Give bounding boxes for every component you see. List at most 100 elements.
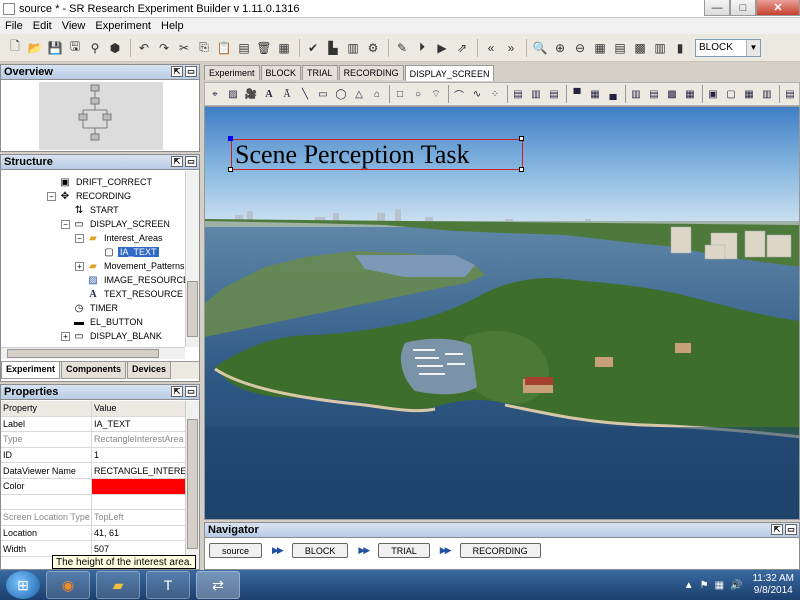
scrollbar-thumb[interactable] (187, 281, 198, 337)
tab-components[interactable]: Components (61, 362, 127, 379)
properties-icon[interactable]: ▦ (275, 39, 293, 57)
id-value-field[interactable]: 1 (92, 448, 185, 463)
text-tool-icon[interactable]: T (146, 571, 190, 599)
experiment-builder-icon[interactable]: ⇄ (196, 571, 240, 599)
minimize-button[interactable]: — (704, 0, 730, 16)
table-row[interactable]: DataViewer Name RECTANGLE_INTERE... (1, 463, 185, 479)
properties-vertical-scrollbar[interactable] (185, 401, 199, 569)
resize-handle[interactable] (228, 167, 233, 172)
collapse-icon[interactable]: − (61, 219, 70, 229)
align-left-icon[interactable]: ▤ (510, 86, 526, 102)
expand-icon[interactable]: + (61, 331, 70, 341)
table-row[interactable]: Color (1, 478, 185, 495)
ellipse-icon[interactable]: ◯ (333, 86, 349, 102)
breadcrumb-recording[interactable]: RECORDING (459, 543, 541, 558)
tab-trial[interactable]: TRIAL (302, 65, 338, 80)
align-right-icon[interactable]: ▤ (546, 86, 562, 102)
text-resource-icon[interactable]: A (261, 86, 277, 102)
block-select[interactable]: BLOCK ▼ (695, 38, 761, 57)
minimize-panel-icon[interactable]: ▭ (185, 386, 197, 397)
float-icon[interactable]: ⇱ (171, 66, 183, 77)
align-top-icon[interactable]: ▀ (569, 86, 585, 102)
new-project-icon[interactable]: 🗋 (6, 39, 24, 57)
paste-icon[interactable]: 📋 (215, 39, 233, 57)
undo-icon[interactable]: ↶ (135, 39, 153, 57)
lock-icon[interactable]: ▮ (671, 39, 689, 57)
breadcrumb-trial[interactable]: TRIAL (378, 543, 430, 558)
tree-item-drift-correct[interactable]: ▣ DRIFT_CORRECT (59, 175, 154, 189)
paste-special-icon[interactable]: ▤ (235, 39, 253, 57)
save-icon[interactable]: 💾 (46, 39, 64, 57)
structure-vertical-scrollbar[interactable] (185, 171, 199, 347)
delete-icon[interactable]: 🗑 (255, 39, 273, 57)
resize-handle[interactable] (228, 136, 233, 141)
path-icon[interactable]: ⌒ (451, 86, 467, 102)
table-row[interactable]: Label IA_TEXT (1, 416, 185, 433)
maximize-button[interactable]: □ (730, 0, 756, 16)
volume-icon[interactable]: 🔊 (730, 580, 742, 591)
tree-item-display-screen[interactable]: − ▭ DISPLAY_SCREEN (61, 217, 172, 231)
tree-item-start[interactable]: ⇅ START (73, 203, 121, 217)
minimize-panel-icon[interactable]: ▭ (185, 66, 197, 77)
clean-icon[interactable]: ✎ (393, 39, 411, 57)
collapse-icon[interactable]: − (75, 233, 84, 243)
grid-icon[interactable]: ▩ (664, 86, 680, 102)
tab-experiment[interactable]: Experiment (204, 65, 260, 80)
tree-item-timer[interactable]: ◷ TIMER (73, 301, 120, 315)
tree-item-image-resource[interactable]: ▨ IMAGE_RESOURCE (87, 273, 185, 287)
snap-icon[interactable]: ▦ (682, 86, 698, 102)
float-icon[interactable]: ⇱ (171, 386, 183, 397)
sine-pattern-icon[interactable]: ⁘ (487, 86, 503, 102)
minimize-panel-icon[interactable]: ▭ (185, 156, 197, 167)
multiline-text-icon[interactable]: Ā (279, 86, 295, 102)
run-icon[interactable]: ▶ (433, 39, 451, 57)
bring-front-icon[interactable]: ▣ (705, 86, 721, 102)
line-icon[interactable]: ╲ (297, 86, 313, 102)
scene-title-text[interactable]: Scene Perception Task (231, 139, 523, 170)
scrollbar-thumb[interactable] (7, 349, 159, 358)
build-icon[interactable]: ▙ (324, 39, 342, 57)
check-icon[interactable]: ✔ (304, 39, 322, 57)
table-row[interactable]: Type RectangleInterestArea (1, 432, 185, 448)
test-run-icon[interactable]: ⏵ (413, 39, 431, 57)
auto-ia-icon[interactable]: ▤ (782, 86, 798, 102)
breadcrumb-block[interactable]: BLOCK (291, 543, 349, 558)
tree-item-ia-text[interactable]: ▢ IA_TEXT (103, 245, 159, 259)
library-icon[interactable]: ▥ (344, 39, 362, 57)
align-center-icon[interactable]: ▥ (528, 86, 544, 102)
rectangle-icon[interactable]: ▭ (315, 86, 331, 102)
start-button[interactable]: ⊞ (6, 571, 40, 599)
menu-file[interactable]: File (0, 20, 28, 32)
network-icon[interactable]: ▦ (715, 580, 724, 591)
movement-pattern-icon[interactable]: ∿ (469, 86, 485, 102)
tree-item-display-blank[interactable]: + ▭ DISPLAY_BLANK (61, 329, 164, 343)
zoom-out-icon[interactable]: ⊖ (571, 39, 589, 57)
table-row[interactable]: Location 41, 61 (1, 525, 185, 542)
distribute-v-icon[interactable]: ▤ (646, 86, 662, 102)
screen-canvas[interactable]: Scene Perception Task (204, 106, 800, 520)
location-value-field[interactable]: 41, 61 (92, 526, 185, 541)
align-bottom-icon[interactable]: ▄ (605, 86, 621, 102)
menu-view[interactable]: View (57, 20, 91, 32)
menu-experiment[interactable]: Experiment (90, 20, 156, 32)
deploy-icon[interactable]: ⬢ (106, 39, 124, 57)
zoom-in-icon[interactable]: ⊕ (551, 39, 569, 57)
resize-handle[interactable] (519, 167, 524, 172)
tab-devices[interactable]: Devices (127, 362, 172, 379)
grid-icon[interactable]: ▩ (631, 39, 649, 57)
send-back-icon[interactable]: ▢ (723, 86, 739, 102)
group-icon[interactable]: ▦ (741, 86, 757, 102)
align-middle-icon[interactable]: ▦ (587, 86, 603, 102)
tab-recording[interactable]: RECORDING (338, 65, 404, 80)
close-button[interactable]: ✕ (756, 0, 800, 16)
select-icon[interactable]: ⌖ (207, 86, 223, 102)
tab-block[interactable]: BLOCK (260, 65, 302, 80)
align-icon[interactable]: ▥ (651, 39, 669, 57)
open-project-icon[interactable]: 📂 (26, 39, 44, 57)
ungroup-icon[interactable]: ▥ (759, 86, 775, 102)
structure-horizontal-scrollbar[interactable] (1, 347, 185, 359)
collapse-icon[interactable]: − (47, 191, 56, 201)
freehand-ia-icon[interactable]: ⌔ (428, 86, 444, 102)
triangle-icon[interactable]: △ (351, 86, 367, 102)
image-resource-icon[interactable]: ▨ (225, 86, 241, 102)
